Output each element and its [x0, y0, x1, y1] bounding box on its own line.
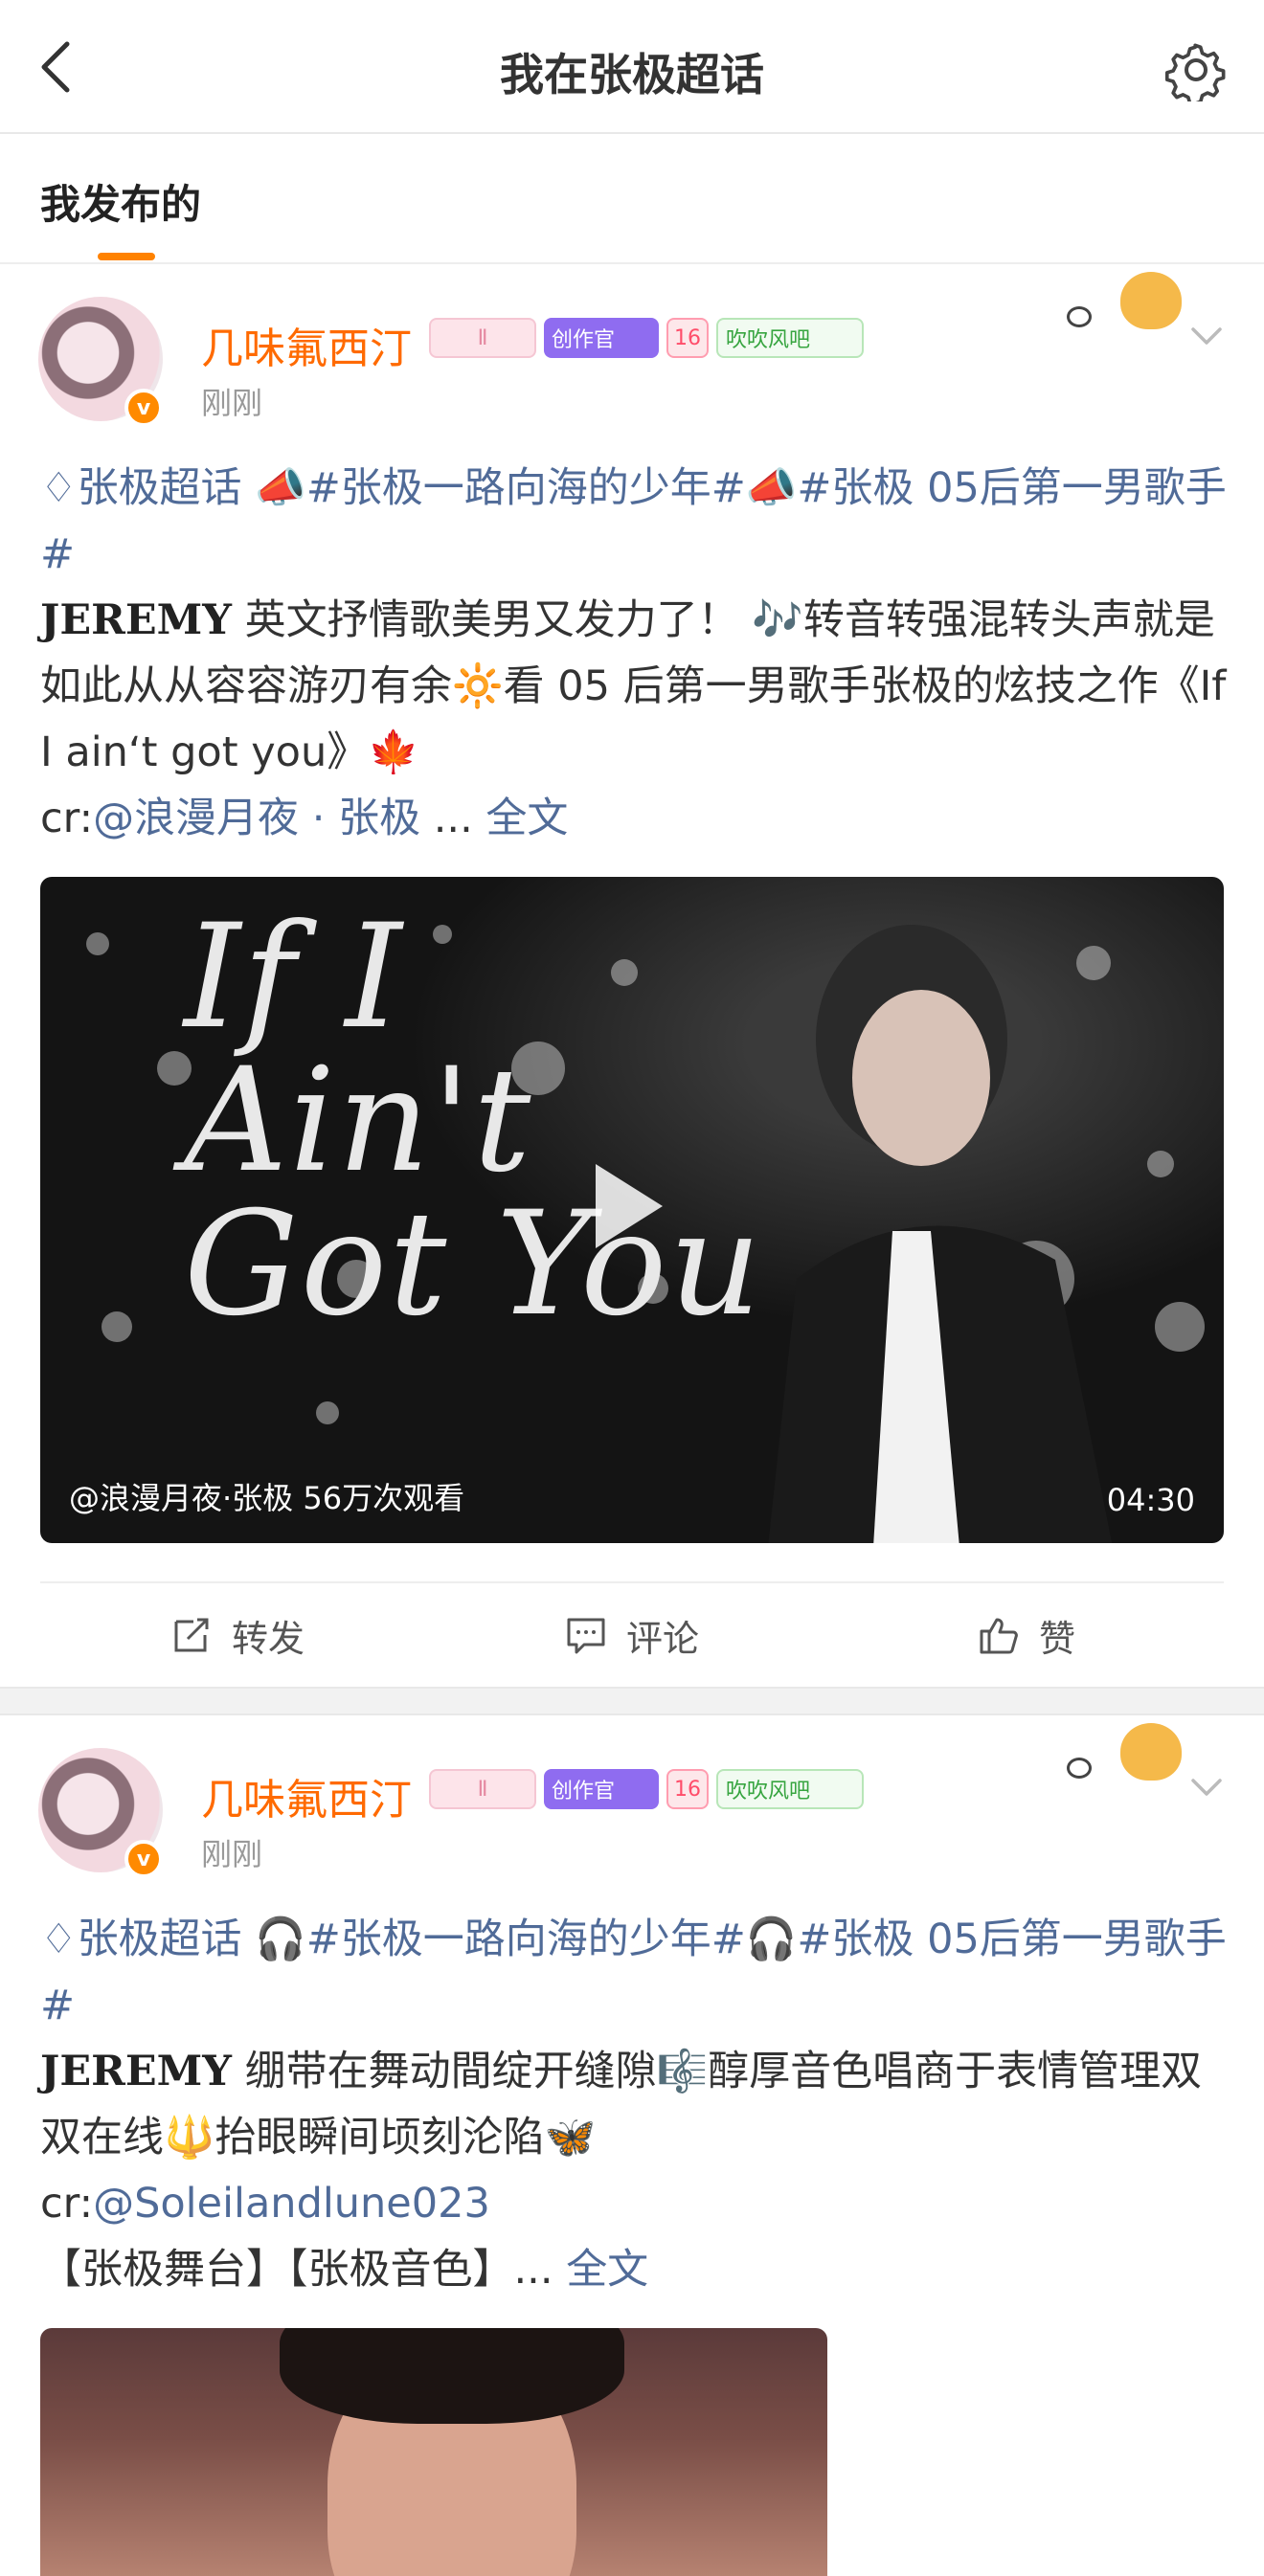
level-badge[interactable]: Ⅱ [429, 318, 536, 358]
club-badge[interactable]: 吹吹风吧 [716, 1769, 864, 1809]
ellipsis: ... [513, 2246, 567, 2294]
comment-button[interactable]: 评论 [435, 1583, 829, 1687]
megaphone-icon: 📣 [745, 464, 798, 512]
action-bar: 转发 评论 赞 [40, 1581, 1224, 1687]
tab-my-posts[interactable]: 我发布的 [40, 172, 201, 231]
tab-indicator [98, 253, 155, 260]
fan-level-badge[interactable]: 16 [666, 1769, 709, 1809]
butterfly-icon: 🦋 [544, 2114, 597, 2162]
video-title-art: If I Ain't Got You [184, 894, 763, 1348]
headphones-icon: 🎧 [745, 1915, 798, 1963]
post-text: 抬眼瞬间顷刻沦陷 [214, 2114, 545, 2162]
repost-label: 转发 [231, 1617, 305, 1660]
video-player[interactable]: If I Ain't Got You @浪漫月夜·张极 56万次观看 04:30 [40, 877, 1224, 1543]
tags-line: 【张极舞台】【张极音色】 [40, 2246, 514, 2294]
ellipsis: ... [420, 795, 486, 842]
music-score-icon: 🎼 [656, 2048, 709, 2095]
comment-icon [567, 1618, 605, 1654]
repost-button[interactable]: 转发 [40, 1583, 435, 1687]
topic-icon: ♢ [40, 1915, 78, 1963]
fan-level-badge[interactable]: 16 [666, 318, 709, 358]
music-notes-icon: 🎶 [752, 596, 803, 644]
post-text: 绷带在舞动間绽开缝隙 [231, 2048, 657, 2095]
verified-badge-icon: v [124, 389, 163, 427]
topic-icon: ♢ [40, 464, 78, 512]
settings-button[interactable] [1162, 36, 1230, 103]
creator-badge[interactable]: 创作官 [544, 1769, 659, 1809]
post-card: v 几味氟西汀 Ⅱ 创作官 16 吹吹风吧 刚刚 ♢张极超话 🎧#张极一路向海的… [0, 1715, 1264, 2576]
repost-icon [174, 1618, 209, 1652]
like-label: 赞 [1038, 1617, 1075, 1660]
credit-label: cr: [40, 2180, 94, 2228]
mention-link[interactable]: @浪漫月夜 · 张极 [93, 795, 420, 842]
chevron-down-icon[interactable] [1187, 316, 1226, 354]
username[interactable]: 几味氟西汀 [201, 1765, 412, 1826]
post-image[interactable] [40, 2328, 827, 2576]
verified-badge-icon: v [124, 1840, 163, 1878]
headphones-icon: 🎧 [255, 1915, 306, 1963]
comment-label: 评论 [625, 1617, 699, 1660]
club-badge[interactable]: 吹吹风吧 [716, 318, 864, 358]
video-caption: @浪漫月夜·张极 56万次观看 [69, 1480, 465, 1516]
level-badge[interactable]: Ⅱ [429, 1769, 536, 1809]
tab-bar: 我发布的 [0, 134, 1264, 264]
post-bold-text: JEREMY [40, 2048, 232, 2095]
post-body: ♢张极超话 📣#张极一路向海的少年#📣#张极 05后第一男歌手# JEREMY … [40, 456, 1228, 852]
user-badges: Ⅱ 创作官 16 吹吹风吧 [429, 1769, 864, 1809]
gear-icon [1164, 43, 1226, 101]
decoration-sticker-icon [1067, 272, 1182, 339]
feed-divider [0, 1687, 1264, 1715]
read-more-link[interactable]: 全文 [485, 795, 568, 842]
user-badges: Ⅱ 创作官 16 吹吹风吧 [429, 318, 864, 358]
top-bar: 我在张极超话 [0, 0, 1264, 134]
topic-link[interactable]: 张极超话 [78, 1915, 242, 1963]
read-more-link[interactable]: 全文 [566, 2246, 648, 2294]
mention-link[interactable]: @Soleilandlune023 [93, 2180, 490, 2228]
megaphone-icon: 📣 [255, 464, 306, 512]
like-button[interactable]: 赞 [829, 1583, 1224, 1687]
post-text: 英文抒情歌美男又发力了！ [231, 596, 739, 644]
video-duration: 04:30 [1106, 1482, 1195, 1518]
leaf-icon: 🍁 [368, 728, 419, 776]
post-body: ♢张极超话 🎧#张极一路向海的少年#🎧#张极 05后第一男歌手# JEREMY … [40, 1907, 1228, 2303]
trident-icon: 🔱 [164, 2114, 215, 2162]
post-card: v 几味氟西汀 Ⅱ 创作官 16 吹吹风吧 刚刚 ♢张极超话 📣#张极一路向海的… [0, 264, 1264, 1687]
singer-figure [768, 925, 1113, 1543]
hashtag-link[interactable]: #张极一路向海的少年# [306, 1915, 746, 1963]
hashtag-link[interactable]: #张极一路向海的少年# [306, 464, 746, 512]
thumbs-up-icon [980, 1618, 1018, 1654]
play-icon[interactable] [596, 1164, 663, 1248]
post-bold-text: JEREMY [40, 596, 232, 644]
topic-link[interactable]: 张极超话 [78, 464, 242, 512]
post-time: 刚刚 [201, 385, 263, 421]
decoration-sticker-icon [1067, 1723, 1182, 1790]
credit-label: cr: [40, 795, 94, 842]
creator-badge[interactable]: 创作官 [544, 318, 659, 358]
singer-hair [280, 2328, 624, 2424]
post-time: 刚刚 [201, 1836, 263, 1872]
page-title: 我在张极超话 [500, 49, 764, 101]
chevron-down-icon[interactable] [1187, 1767, 1226, 1805]
username[interactable]: 几味氟西汀 [201, 314, 412, 375]
sun-icon: 🔆 [452, 662, 504, 710]
